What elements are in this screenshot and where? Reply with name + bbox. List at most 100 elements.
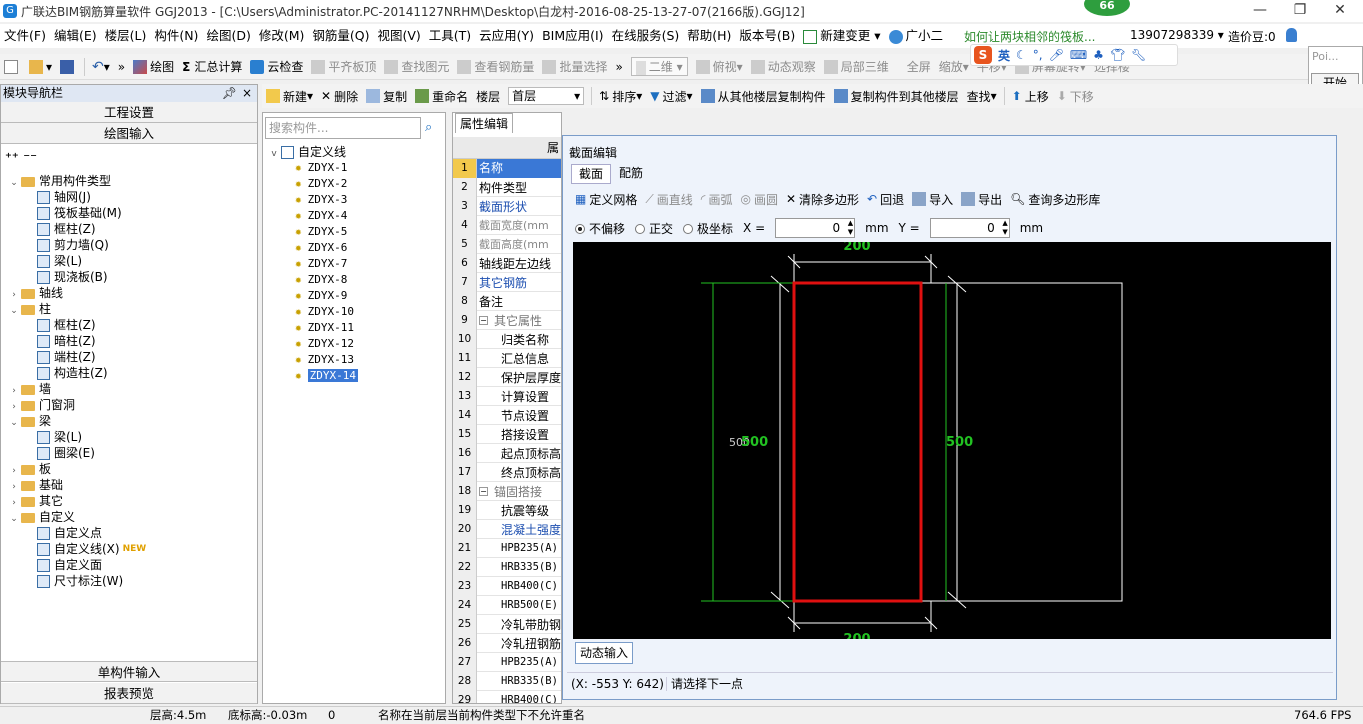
property-row[interactable]: 15 搭接设置	[453, 424, 561, 444]
tree-item[interactable]: 框柱(Z)	[1, 221, 257, 237]
skin-icon[interactable]: ♣	[1093, 48, 1104, 62]
property-row[interactable]: 24 HRB500(E)	[453, 595, 561, 615]
tree-folder[interactable]: › 轴线	[1, 285, 257, 301]
property-row[interactable]: 18− 锚固搭接	[453, 481, 561, 501]
property-row[interactable]: 28 HRB335(B)	[453, 671, 561, 691]
copy-from-floor-button[interactable]: 从其他楼层复制构件	[697, 85, 830, 107]
report-preview-button[interactable]: 报表预览	[1, 683, 257, 704]
property-row[interactable]: 13 计算设置	[453, 386, 561, 406]
tree-item[interactable]: 梁(L)	[1, 253, 257, 269]
draw-line-button[interactable]: ⟋ 画直线	[641, 188, 696, 210]
tree-item[interactable]: 自定义面	[1, 557, 257, 573]
clear-polygon-button[interactable]: ✕ 清除多边形	[782, 188, 863, 210]
pin-icon[interactable]: 📌︎	[222, 85, 237, 102]
menu-floor[interactable]: 楼层(L)	[101, 25, 151, 47]
dynamic-view-button[interactable]: 动态观察	[747, 56, 820, 78]
menu-online[interactable]: 在线服务(S)	[608, 25, 684, 47]
new-file-button[interactable]	[0, 56, 25, 78]
draw-button[interactable]: 绘图	[129, 56, 178, 78]
tree-folder[interactable]: ⌄ 常用构件类型	[1, 173, 257, 189]
tree-folder[interactable]: ⌄ 柱	[1, 301, 257, 317]
wrench-icon[interactable]: 🔧︎	[1131, 48, 1146, 62]
cloud-check-button[interactable]: 云检查	[246, 56, 307, 78]
tree-folder[interactable]: ⌄ 自定义	[1, 509, 257, 525]
property-row[interactable]: 8 备注	[453, 291, 561, 311]
keyboard-icon[interactable]: ⌨	[1070, 48, 1087, 62]
import-button[interactable]: 导入	[908, 188, 957, 210]
tree-item[interactable]: 剪力墙(Q)	[1, 237, 257, 253]
component-item[interactable]: ✹ ZDYX-1	[295, 160, 358, 176]
define-grid-button[interactable]: ▦ 定义网格	[571, 188, 641, 210]
view-mode-select[interactable]: 二维 ▾	[627, 56, 692, 78]
property-row[interactable]: 9− 其它属性	[453, 310, 561, 330]
search-icon[interactable]: ⌕	[425, 120, 432, 135]
move-up-button[interactable]: ⬆ 上移	[1008, 85, 1053, 107]
menu-rebar[interactable]: 钢筋量(Q)	[308, 25, 373, 47]
section-drawing[interactable]: 200 200 500 500 500	[573, 242, 1331, 639]
property-row[interactable]: 26 冷轧扭钢筋	[453, 633, 561, 653]
menu-bim[interactable]: BIM应用(I)	[538, 25, 608, 47]
component-item[interactable]: ✹ ZDYX-2	[295, 176, 358, 192]
component-search-input[interactable]: 搜索构件...	[265, 117, 421, 139]
menu-view[interactable]: 视图(V)	[373, 25, 424, 47]
top-view-button[interactable]: 俯视 ▾	[692, 56, 747, 78]
property-row[interactable]: 27 HPB235(A)	[453, 652, 561, 672]
component-item[interactable]: ✹ ZDYX-14	[295, 368, 358, 384]
component-item[interactable]: ✹ ZDYX-9	[295, 288, 358, 304]
filter-button[interactable]: ▼ 过滤 ▾	[646, 85, 696, 107]
component-item[interactable]: ✹ ZDYX-13	[295, 352, 358, 368]
tree-item[interactable]: 端柱(Z)	[1, 349, 257, 365]
ime-lang[interactable]: 英	[998, 47, 1010, 64]
draw-circle-button[interactable]: ◎ 画圆	[736, 188, 782, 210]
expand-collapse-all[interactable]: ⁺⁺ ⁻⁻	[5, 151, 37, 166]
collapse-toggle-icon[interactable]: −	[479, 486, 488, 496]
single-component-button[interactable]: 单构件输入	[1, 661, 257, 682]
component-item[interactable]: ✹ ZDYX-12	[295, 336, 358, 352]
menu-tools[interactable]: 工具(T)	[425, 25, 475, 47]
undo-button[interactable]: ↶ ▾	[88, 56, 114, 78]
property-row[interactable]: 25 冷轧带肋钢	[453, 614, 561, 634]
tree-item[interactable]: 梁(L)	[1, 429, 257, 445]
account-phone[interactable]: 13907298339 ▾	[1130, 28, 1224, 42]
property-row[interactable]: 6 轴线距左边线	[453, 253, 561, 273]
tab-section[interactable]: 截面	[571, 164, 611, 184]
project-settings-button[interactable]: 工程设置	[1, 102, 257, 123]
section-canvas[interactable]: 200 200 500 500 500	[573, 242, 1331, 639]
component-item[interactable]: ✹ ZDYX-5	[295, 224, 358, 240]
rename-component-button[interactable]: 重命名	[411, 85, 472, 107]
menu-edit[interactable]: 编辑(E)	[50, 25, 101, 47]
property-row[interactable]: 10 归类名称	[453, 329, 561, 349]
close-icon[interactable]: ×	[242, 85, 252, 102]
draw-arc-button[interactable]: ◜ 画弧	[697, 188, 737, 210]
export-button[interactable]: 导出	[957, 188, 1006, 210]
tree-item[interactable]: 轴网(J)	[1, 189, 257, 205]
delete-component-button[interactable]: ✕ 删除	[317, 85, 362, 107]
copy-to-floor-button[interactable]: 复制构件到其他楼层	[830, 85, 963, 107]
moon-icon[interactable]: ☾	[1016, 48, 1027, 62]
property-row[interactable]: 29 HRB400(C)	[453, 690, 561, 703]
component-item[interactable]: ✹ ZDYX-4	[295, 208, 358, 224]
sum-calc-button[interactable]: Σ 汇总计算	[178, 56, 246, 78]
property-row[interactable]: 19 抗震等级	[453, 500, 561, 520]
move-down-button[interactable]: ⬇ 下移	[1053, 85, 1098, 107]
tree-item[interactable]: 现浇板(B)	[1, 269, 257, 285]
x-input[interactable]: 0 ▲ ▼	[775, 218, 856, 238]
tree-folder[interactable]: › 其它	[1, 493, 257, 509]
component-root[interactable]: v 自定义线	[269, 144, 358, 160]
ime-toolbar[interactable]: S 英 ☾ °, 🎤︎ ⌨ ♣ 👕︎ 🔧︎	[970, 44, 1178, 66]
component-item[interactable]: ✹ ZDYX-11	[295, 320, 358, 336]
maximize-button[interactable]: ❐	[1280, 0, 1320, 22]
new-component-button[interactable]: 新建 ▾	[262, 85, 317, 107]
tree-folder[interactable]: ⌄ 梁	[1, 413, 257, 429]
find-component-button[interactable]: 查找 ▾	[963, 85, 1001, 107]
menu-help[interactable]: 帮助(H)	[683, 25, 735, 47]
collapse-toggle-icon[interactable]: −	[479, 315, 488, 325]
local-3d-button[interactable]: 局部三维	[820, 56, 893, 78]
fullscreen-button[interactable]: 全屏	[903, 56, 935, 78]
menu-cloud[interactable]: 云应用(Y)	[475, 25, 538, 47]
view-steel-button[interactable]: 查看钢筋量	[453, 56, 538, 78]
shirt-icon[interactable]: 👕︎	[1110, 48, 1125, 62]
component-item[interactable]: ✹ ZDYX-6	[295, 240, 358, 256]
tree-folder[interactable]: › 门窗洞	[1, 397, 257, 413]
tree-item[interactable]: 尺寸标注(W)	[1, 573, 257, 589]
